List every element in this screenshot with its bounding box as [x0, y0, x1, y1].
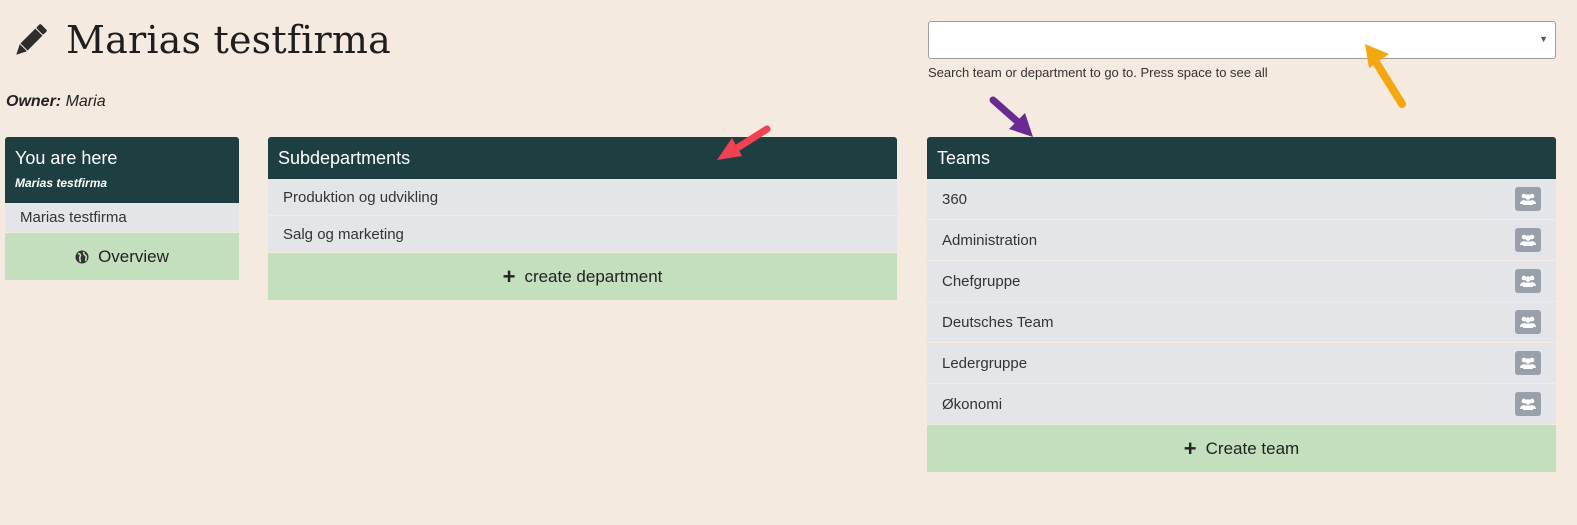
team-item[interactable]: Ledergruppe — [927, 343, 1556, 384]
team-item-label: Administration — [942, 231, 1038, 249]
group-icon[interactable] — [1515, 187, 1541, 211]
team-item[interactable]: 360 — [927, 179, 1556, 220]
create-team-label: Create team — [1205, 438, 1300, 458]
orange-arrow-icon — [1365, 44, 1406, 108]
owner-line: Owner: Maria — [6, 93, 106, 111]
team-item-label: Deutsches Team — [942, 313, 1054, 331]
team-item-label: Økonomi — [942, 395, 1003, 413]
page-title: Marias testfirma — [66, 18, 391, 62]
team-item-label: Ledergruppe — [942, 354, 1028, 372]
globe-icon — [75, 250, 89, 263]
group-icon[interactable] — [1515, 351, 1541, 375]
department-item-label: Salg og marketing — [283, 225, 404, 243]
group-icon[interactable] — [1515, 269, 1541, 293]
team-item[interactable]: Økonomi — [927, 384, 1556, 425]
team-item-label: 360 — [942, 190, 968, 208]
purple-arrow-icon — [989, 96, 1033, 137]
owner-label: Owner: — [6, 93, 62, 110]
location-current: Marias testfirma — [15, 176, 108, 190]
search-select[interactable]: ▼ — [928, 21, 1556, 59]
owner-name: Maria — [65, 93, 106, 110]
department-item-label: Produktion og udvikling — [283, 188, 439, 206]
subdepartments-panel: Subdepartments Produktion og udvikling S… — [268, 137, 897, 300]
create-department-button[interactable]: + create department — [268, 253, 897, 300]
create-department-label: create department — [524, 266, 663, 286]
plus-icon: + — [502, 263, 516, 289]
subdepartments-title: Subdepartments — [278, 148, 411, 168]
group-icon[interactable] — [1515, 228, 1541, 252]
dropdown-caret-icon[interactable]: ▼ — [1539, 34, 1548, 44]
page-header: Marias testfirma — [10, 18, 391, 62]
overview-button[interactable]: Overview — [5, 233, 239, 280]
team-item[interactable]: Administration — [927, 220, 1556, 261]
search-hint: Search team or department to go to. Pres… — [928, 65, 1268, 80]
team-item[interactable]: Deutsches Team — [927, 302, 1556, 343]
location-item-label: Marias testfirma — [20, 209, 127, 226]
plus-icon: + — [1183, 435, 1197, 461]
department-item[interactable]: Salg og marketing — [268, 216, 897, 253]
location-panel-title: You are here — [15, 148, 118, 168]
group-icon[interactable] — [1515, 310, 1541, 334]
location-panel: You are here Marias testfirma Marias tes… — [5, 137, 239, 280]
teams-panel: Teams 360 Administration Chefgruppe Deut… — [927, 137, 1556, 472]
department-item[interactable]: Produktion og udvikling — [268, 179, 897, 216]
overview-label: Overview — [98, 246, 169, 266]
subdepartments-panel-header: Subdepartments — [268, 137, 897, 179]
create-team-button[interactable]: + Create team — [927, 425, 1556, 472]
pencil-icon[interactable] — [10, 23, 48, 61]
teams-panel-header: Teams — [927, 137, 1556, 179]
team-department-search: ▼ Search team or department to go to. Pr… — [928, 21, 1556, 80]
teams-title: Teams — [937, 148, 991, 168]
location-item[interactable]: Marias testfirma — [5, 203, 239, 233]
red-arrow-icon — [717, 125, 771, 160]
team-item-label: Chefgruppe — [942, 272, 1021, 290]
team-item[interactable]: Chefgruppe — [927, 261, 1556, 302]
location-panel-header: You are here Marias testfirma — [5, 137, 239, 203]
group-icon[interactable] — [1515, 392, 1541, 416]
